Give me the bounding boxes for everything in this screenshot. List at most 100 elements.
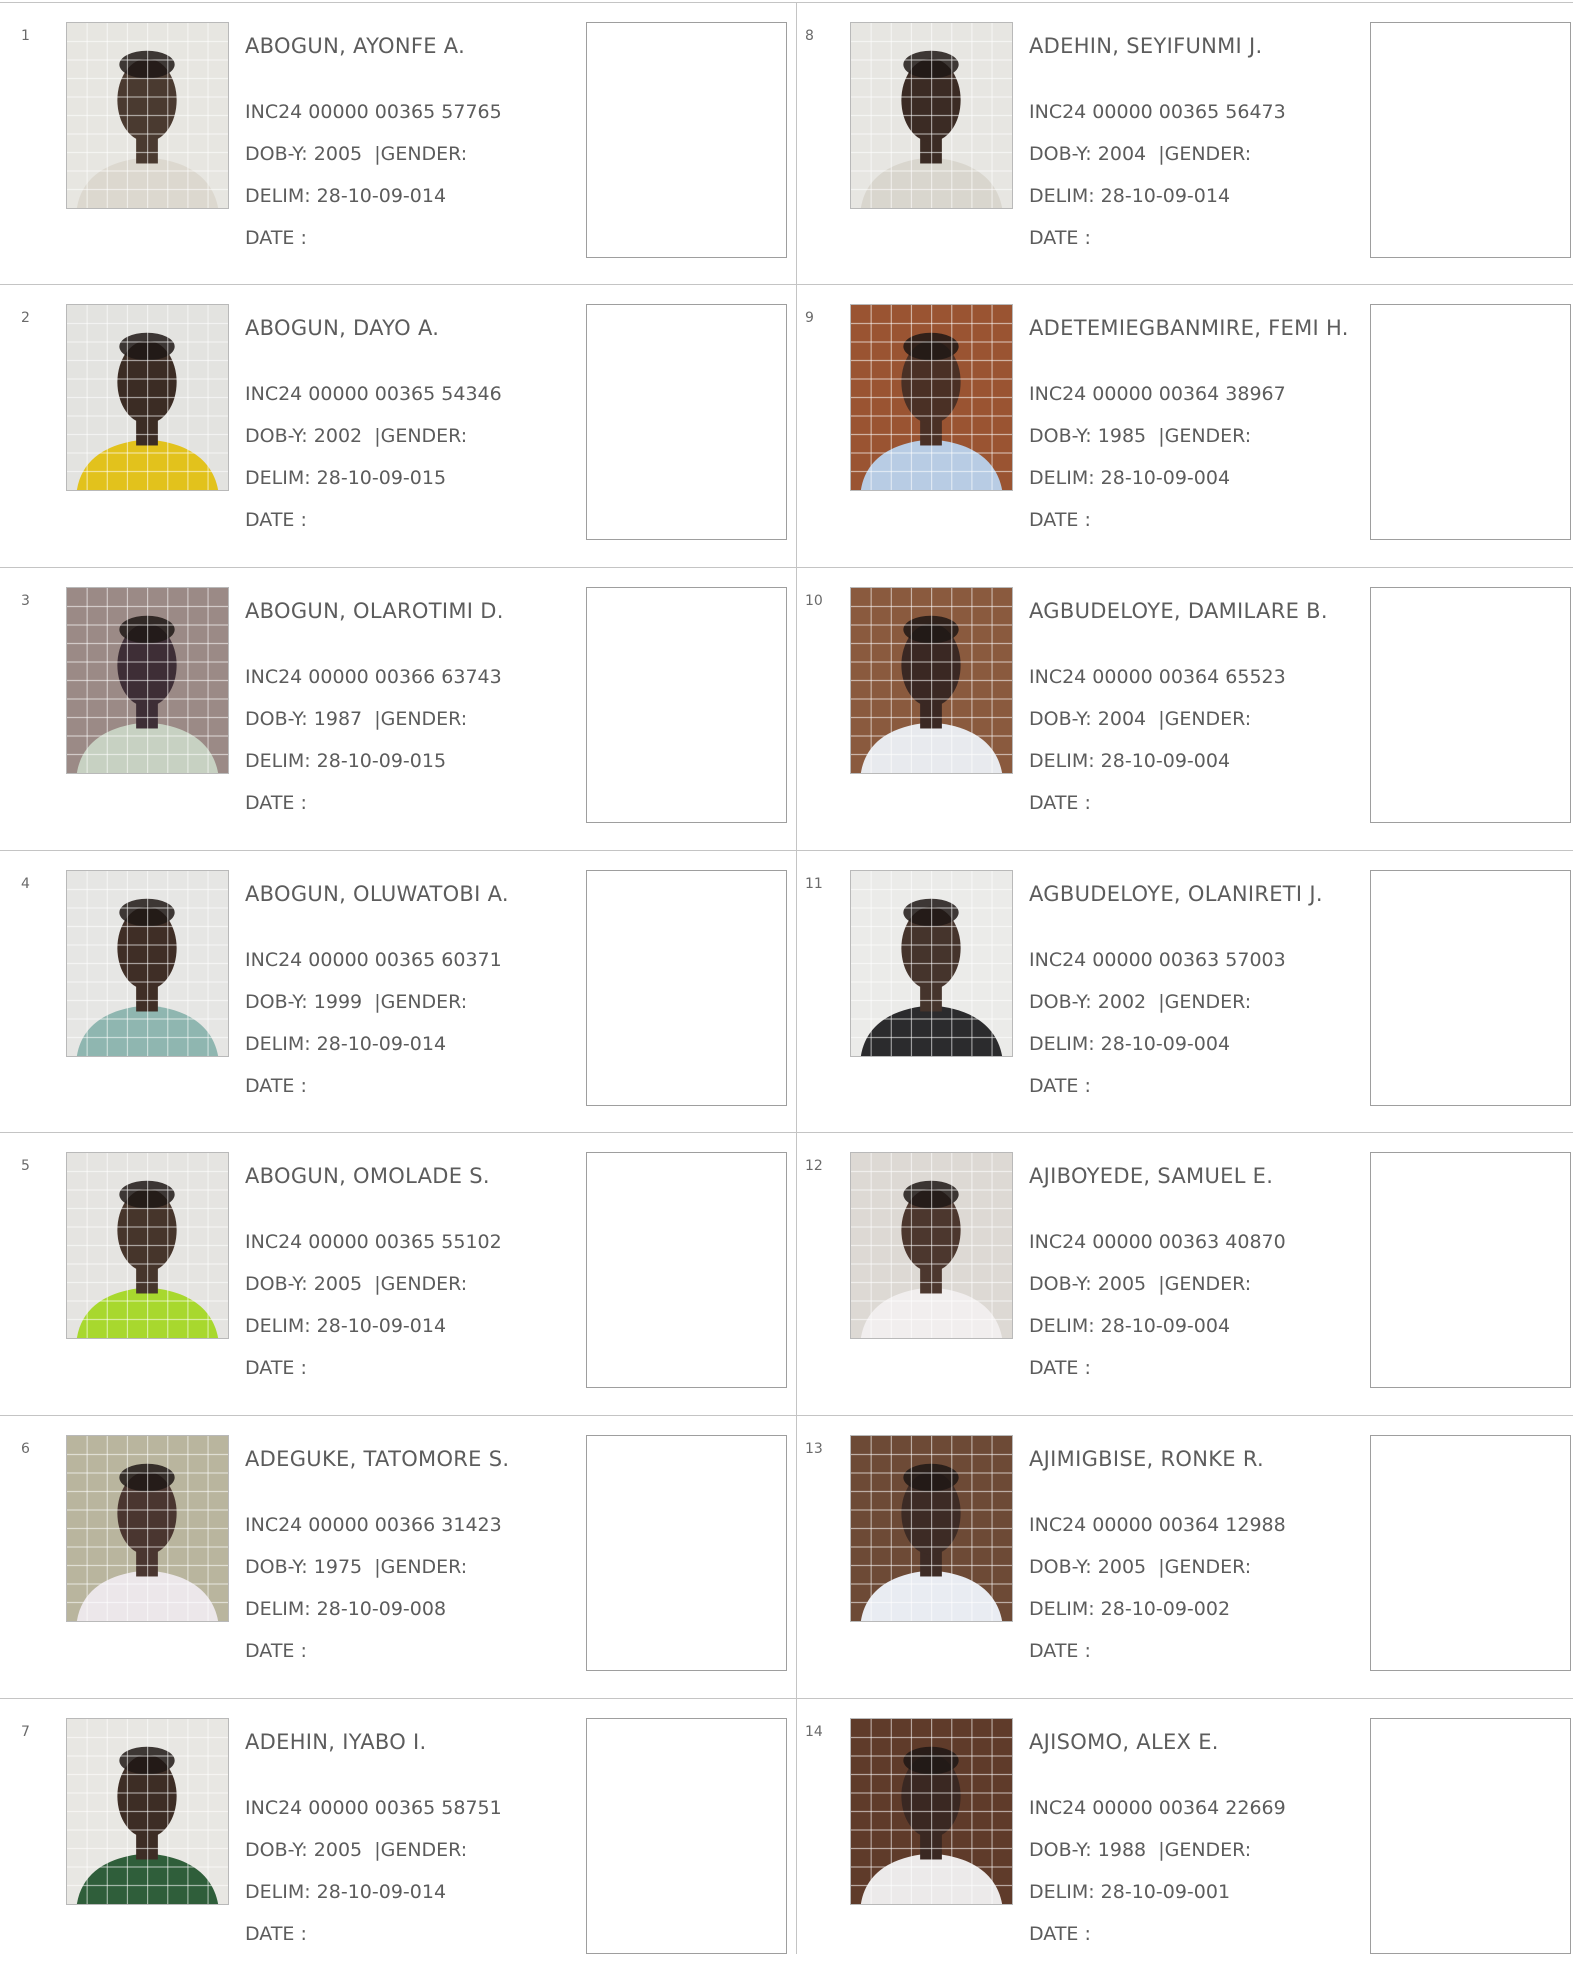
date-label: DATE :: [1029, 509, 1091, 531]
gender-label: GENDER:: [1164, 708, 1252, 730]
date-label: DATE :: [1029, 792, 1091, 814]
delim-code: 28-10-09-002: [1100, 1598, 1231, 1620]
dob-year: 1999: [313, 991, 363, 1013]
dob-label: DOB-Y:: [1029, 425, 1092, 447]
record-number: 5: [21, 1158, 30, 1174]
voter-photo: [850, 870, 1013, 1057]
dob-label: DOB-Y:: [245, 1556, 308, 1578]
separator: |: [1146, 143, 1165, 165]
separator: |: [362, 1273, 381, 1295]
delim-line: DELIM: 28-10-09-015: [245, 750, 446, 772]
delim-label: DELIM:: [245, 467, 311, 489]
voter-card: 6 ADEGUKE, TATOMORE S. INC24 00000 00366 3…: [0, 1415, 787, 1698]
dob-label: DOB-Y:: [1029, 1556, 1092, 1578]
thumbprint-box: [1370, 870, 1571, 1106]
gender-label: GENDER:: [380, 991, 468, 1013]
voter-register-sheet: 1 ABOGUN, AYONFE A. INC24 00000 00365 5776…: [0, 0, 1573, 1954]
thumbprint-box: [586, 1718, 787, 1954]
date-label: DATE :: [245, 227, 307, 249]
dob-label: DOB-Y:: [245, 1839, 308, 1861]
voter-name: AGBUDELOYE, DAMILARE B.: [1029, 599, 1328, 623]
delim-code: 28-10-09-004: [1100, 750, 1231, 772]
thumbprint-box: [1370, 1152, 1571, 1388]
voter-card: 7 ADEHIN, IYABO I. INC24 00000 00365 58751…: [0, 1698, 787, 1981]
delim-line: DELIM: 28-10-09-014: [1029, 185, 1230, 207]
row-separator: [0, 1415, 1573, 1416]
voter-photo: [850, 1718, 1013, 1905]
dob-gender-line: DOB-Y: 1985 |GENDER:: [1029, 425, 1251, 447]
record-number: 11: [805, 876, 823, 892]
voter-name: ABOGUN, OLUWATOBI A.: [245, 882, 509, 906]
record-number: 2: [21, 310, 30, 326]
voter-id: INC24 00000 00365 58751: [245, 1797, 502, 1819]
date-label: DATE :: [245, 1923, 307, 1945]
delim-label: DELIM:: [245, 750, 311, 772]
voter-name: AJIMIGBISE, RONKE R.: [1029, 1447, 1264, 1471]
delim-line: DELIM: 28-10-09-002: [1029, 1598, 1230, 1620]
dob-year: 2005: [313, 1273, 363, 1295]
voter-name: AGBUDELOYE, OLANIRETI J.: [1029, 882, 1323, 906]
dob-year: 2002: [1097, 991, 1147, 1013]
voter-photo: [66, 1718, 229, 1905]
dob-label: DOB-Y:: [245, 425, 308, 447]
date-label: DATE :: [1029, 1357, 1091, 1379]
voter-card: 5 ABOGUN, OMOLADE S. INC24 00000 00365 551…: [0, 1132, 787, 1415]
dob-year: 2005: [313, 1839, 363, 1861]
separator: |: [362, 425, 381, 447]
delim-label: DELIM:: [1029, 1598, 1095, 1620]
voter-card: 4 ABOGUN, OLUWATOBI A. INC24 00000 00365 6…: [0, 850, 787, 1133]
voter-photo: [850, 1435, 1013, 1622]
separator: |: [1146, 1839, 1165, 1861]
separator: |: [1146, 991, 1165, 1013]
dob-gender-line: DOB-Y: 2002 |GENDER:: [1029, 991, 1251, 1013]
dob-year: 2004: [1097, 708, 1147, 730]
voter-id: INC24 00000 00365 54346: [245, 383, 502, 405]
delim-code: 28-10-09-015: [316, 750, 447, 772]
voter-id: INC24 00000 00365 60371: [245, 949, 502, 971]
thumbprint-box: [586, 1152, 787, 1388]
delim-label: DELIM:: [1029, 1881, 1095, 1903]
dob-gender-line: DOB-Y: 1999 |GENDER:: [245, 991, 467, 1013]
gender-label: GENDER:: [1164, 991, 1252, 1013]
delim-label: DELIM:: [245, 1598, 311, 1620]
delim-code: 28-10-09-004: [1100, 1033, 1231, 1055]
voter-card: 1 ABOGUN, AYONFE A. INC24 00000 00365 5776…: [0, 2, 787, 285]
dob-gender-line: DOB-Y: 1988 |GENDER:: [1029, 1839, 1251, 1861]
dob-gender-line: DOB-Y: 2005 |GENDER:: [1029, 1556, 1251, 1578]
row-separator: [0, 567, 1573, 568]
gender-label: GENDER:: [380, 1556, 468, 1578]
voter-card: 12 AJIBOYEDE, SAMUEL E. INC24 00000 00363 …: [784, 1132, 1571, 1415]
date-label: DATE :: [1029, 1640, 1091, 1662]
gender-label: GENDER:: [380, 1273, 468, 1295]
thumbprint-box: [586, 1435, 787, 1671]
dob-gender-line: DOB-Y: 2005 |GENDER:: [245, 143, 467, 165]
delim-line: DELIM: 28-10-09-004: [1029, 1033, 1230, 1055]
date-label: DATE :: [245, 1075, 307, 1097]
gender-label: GENDER:: [1164, 143, 1252, 165]
dob-label: DOB-Y:: [1029, 708, 1092, 730]
thumbprint-box: [1370, 587, 1571, 823]
dob-label: DOB-Y:: [245, 1273, 308, 1295]
gender-label: GENDER:: [1164, 1273, 1252, 1295]
voter-id: INC24 00000 00364 12988: [1029, 1514, 1286, 1536]
thumbprint-box: [586, 587, 787, 823]
voter-photo: [850, 22, 1013, 209]
dob-year: 2002: [313, 425, 363, 447]
voter-name: ABOGUN, DAYO A.: [245, 316, 440, 340]
voter-card: 13 AJIMIGBISE, RONKE R. INC24 00000 00364 …: [784, 1415, 1571, 1698]
voter-name: ADETEMIEGBANMIRE, FEMI H.: [1029, 316, 1349, 340]
date-label: DATE :: [245, 509, 307, 531]
voter-id: INC24 00000 00366 63743: [245, 666, 502, 688]
voter-name: ABOGUN, OMOLADE S.: [245, 1164, 490, 1188]
voter-id: INC24 00000 00364 38967: [1029, 383, 1286, 405]
voter-id: INC24 00000 00365 55102: [245, 1231, 502, 1253]
delim-code: 28-10-09-014: [316, 1315, 447, 1337]
dob-gender-line: DOB-Y: 2005 |GENDER:: [245, 1273, 467, 1295]
voter-card: 8 ADEHIN, SEYIFUNMI J. INC24 00000 00365 5…: [784, 2, 1571, 285]
delim-line: DELIM: 28-10-09-004: [1029, 1315, 1230, 1337]
delim-code: 28-10-09-014: [316, 1033, 447, 1055]
delim-code: 28-10-09-014: [316, 1881, 447, 1903]
voter-photo: [850, 1152, 1013, 1339]
delim-line: DELIM: 28-10-09-004: [1029, 750, 1230, 772]
voter-id: INC24 00000 00366 31423: [245, 1514, 502, 1536]
